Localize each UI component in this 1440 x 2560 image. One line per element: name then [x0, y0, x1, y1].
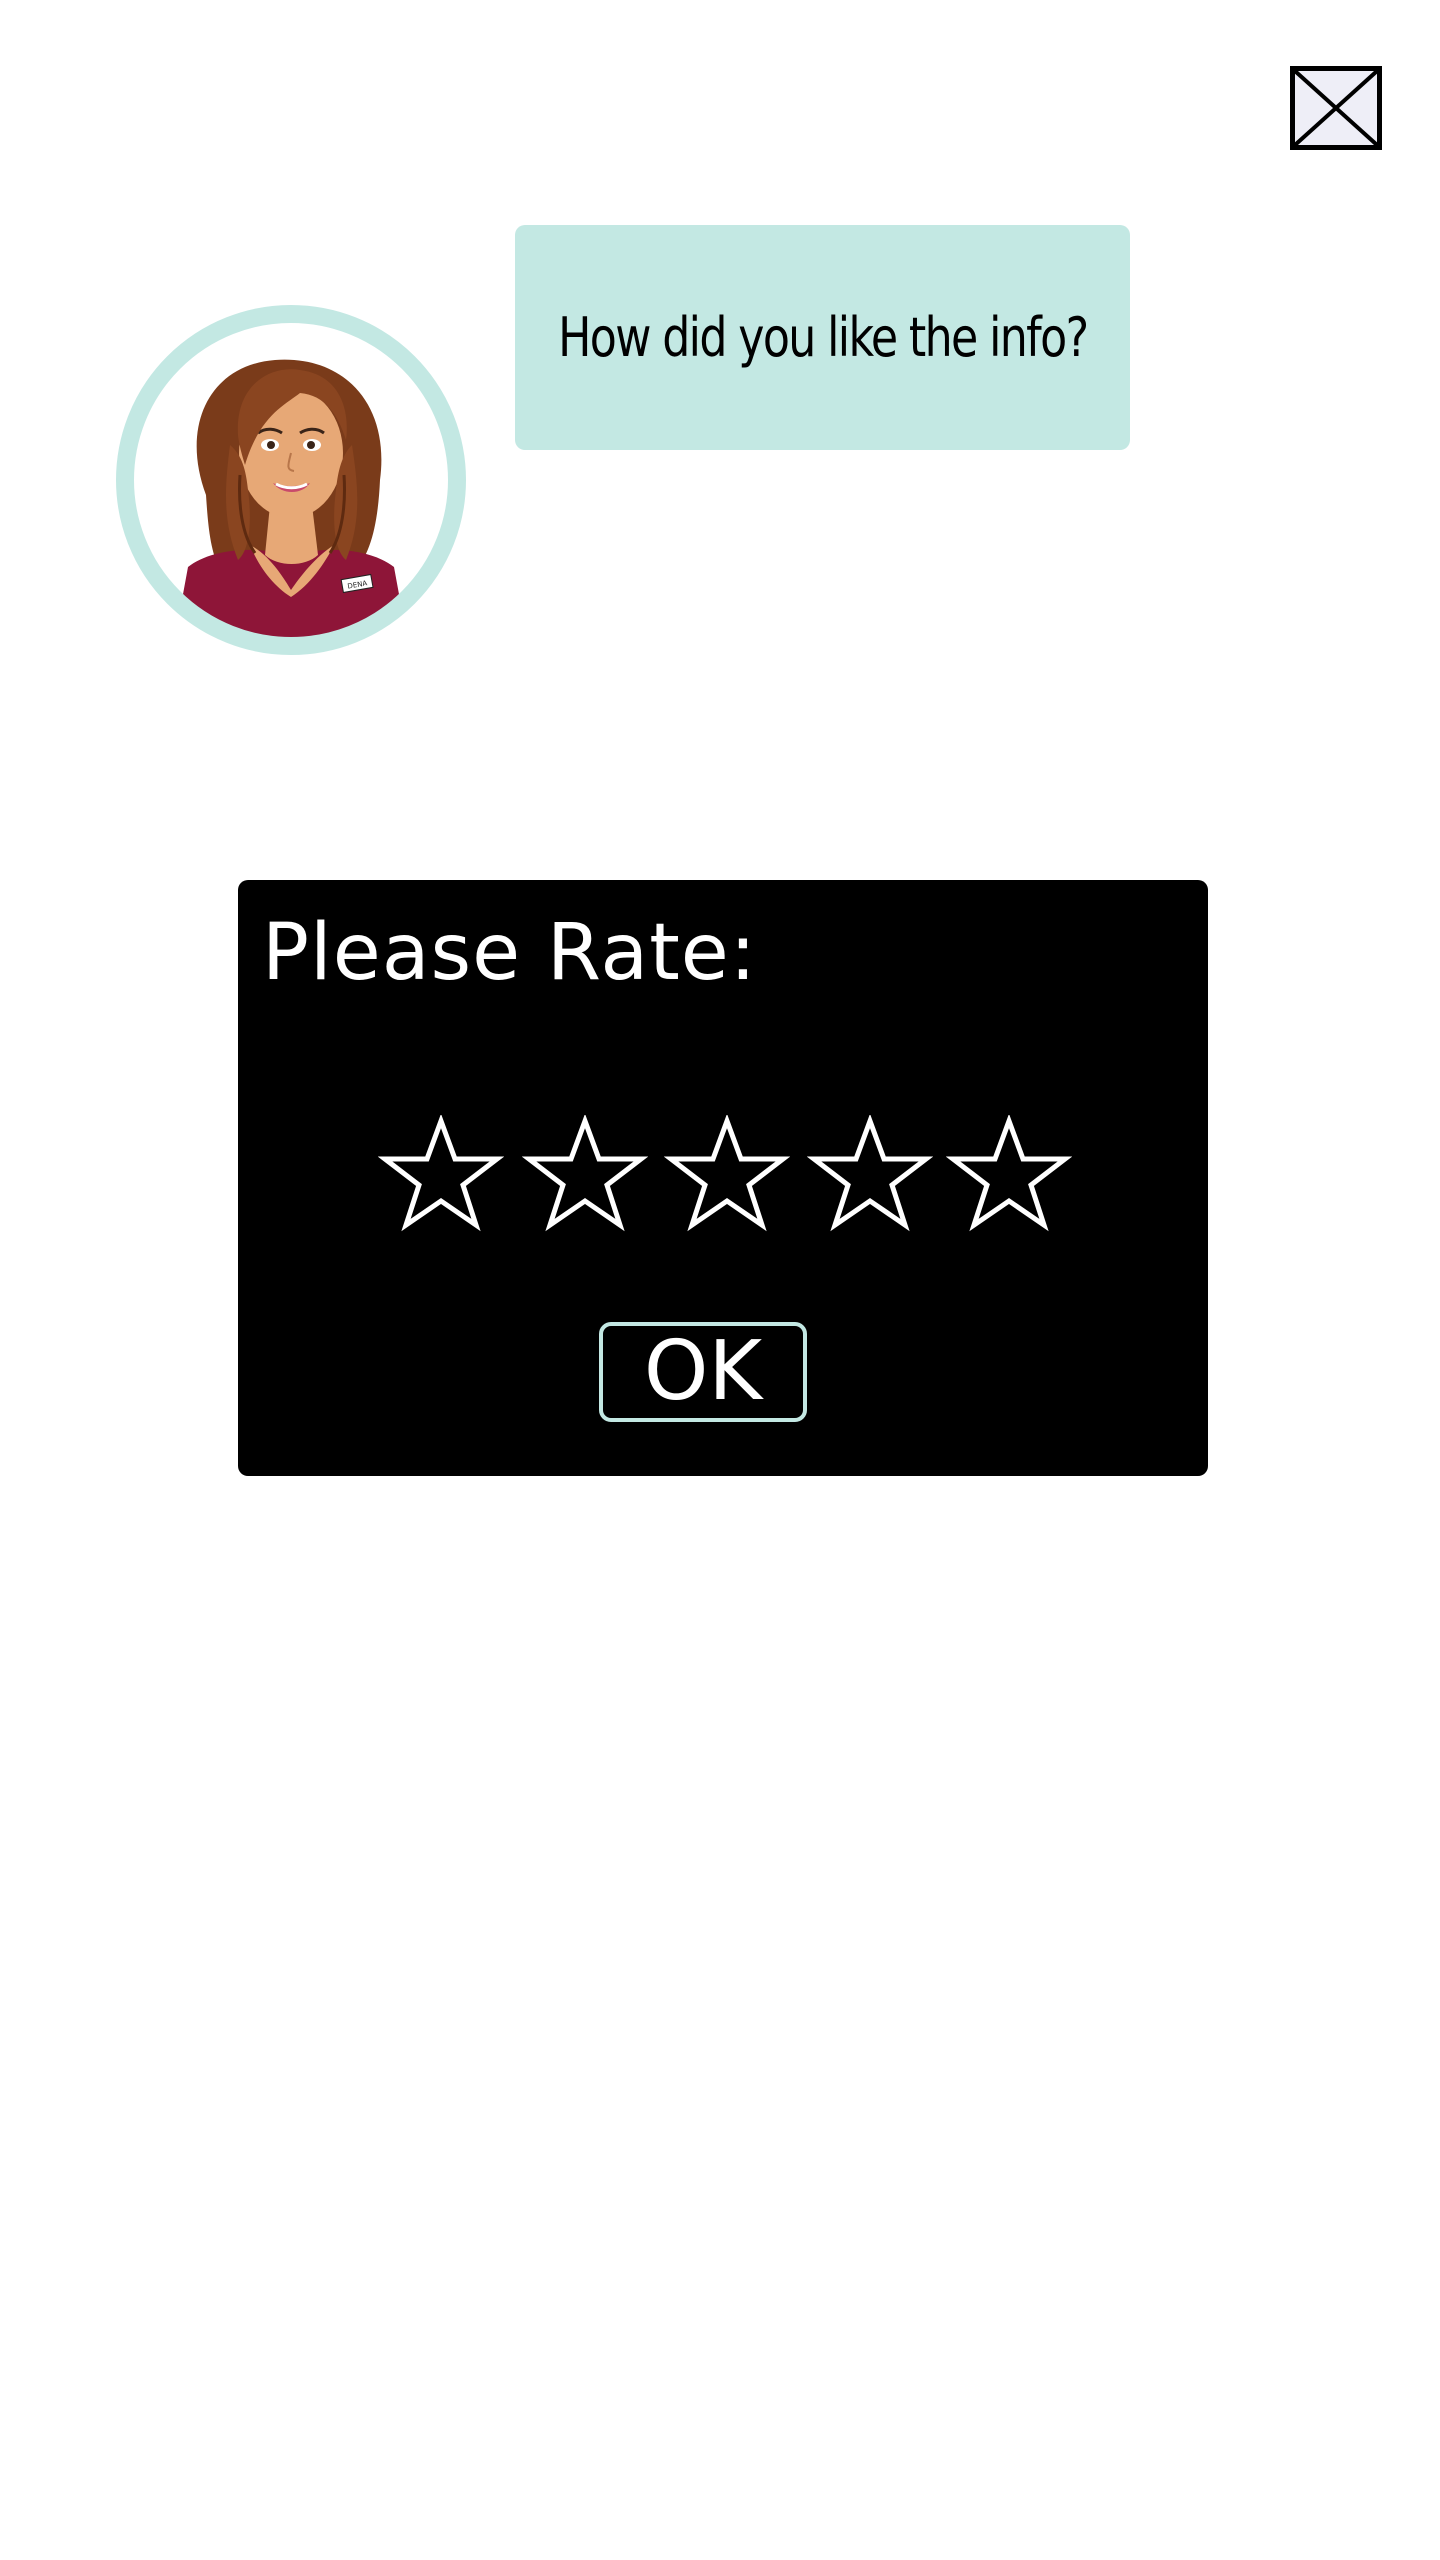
assistant-avatar-illustration: DENA: [116, 305, 466, 655]
star-outline-icon: [522, 1115, 648, 1232]
star-4[interactable]: [807, 1115, 933, 1233]
star-outline-icon: [807, 1115, 933, 1232]
close-button[interactable]: [1290, 66, 1382, 150]
star-2[interactable]: [522, 1115, 648, 1233]
ok-button[interactable]: OK: [599, 1322, 807, 1422]
rating-title: Please Rate:: [262, 908, 758, 998]
star-5[interactable]: [946, 1115, 1072, 1233]
star-rating: [378, 1115, 1078, 1235]
star-3[interactable]: [664, 1115, 790, 1233]
speech-bubble-text: How did you like the info?: [557, 306, 1089, 369]
speech-bubble: How did you like the info?: [515, 225, 1130, 450]
star-outline-icon: [664, 1115, 790, 1232]
feedback-screen: How did you like the info? DENA Please R…: [0, 0, 1440, 2560]
rating-dialog: Please Rate: OK: [238, 880, 1208, 1476]
star-outline-icon: [378, 1115, 504, 1232]
close-icon: [1295, 71, 1377, 145]
avatar: DENA: [110, 305, 472, 655]
star-1[interactable]: [378, 1115, 504, 1233]
star-outline-icon: [946, 1115, 1072, 1232]
